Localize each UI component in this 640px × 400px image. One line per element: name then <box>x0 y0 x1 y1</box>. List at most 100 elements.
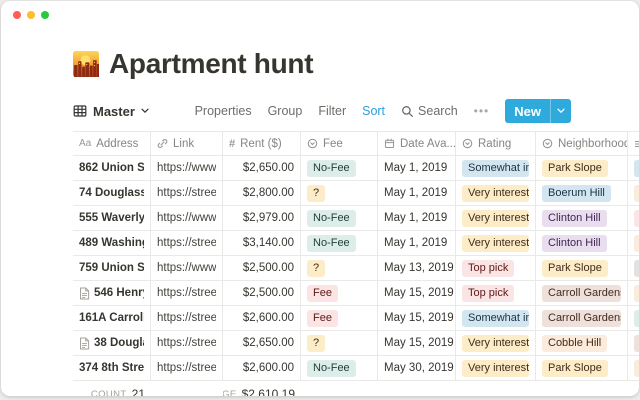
rating-cell[interactable]: Top pick <box>456 281 536 306</box>
link-cell[interactable]: https://streetea <box>151 356 223 381</box>
link-cell[interactable]: https://www.cit <box>151 206 223 231</box>
extra-cell[interactable] <box>628 356 639 381</box>
neighborhood-cell[interactable]: Park Slope <box>536 356 628 381</box>
column-header-link[interactable]: Link <box>151 131 223 156</box>
link-cell[interactable]: https://streetea <box>151 231 223 256</box>
extra-cell[interactable] <box>628 281 639 306</box>
fee-cell[interactable]: Fee <box>301 281 378 306</box>
rent-cell[interactable]: $2,979.00 <box>223 206 301 231</box>
rent-cell[interactable]: $2,800.00 <box>223 181 301 206</box>
fee-cell[interactable]: No-Fee <box>301 206 378 231</box>
neighborhood-cell[interactable]: Boerum Hill <box>536 181 628 206</box>
page-emoji-sunset-city-icon[interactable] <box>73 51 99 77</box>
date-cell[interactable]: May 15, 2019 <box>378 331 456 356</box>
date-cell[interactable]: May 30, 2019 <box>378 356 456 381</box>
extra-cell[interactable] <box>628 156 639 181</box>
rent-cell[interactable]: $2,500.00 <box>223 281 301 306</box>
rent-value: $2,600.00 <box>243 312 294 324</box>
neighborhood-tag: Clinton Hill <box>542 210 607 227</box>
extra-cell[interactable] <box>628 331 639 356</box>
neighborhood-cell[interactable]: Cobble Hill <box>536 331 628 356</box>
extra-cell[interactable] <box>628 231 639 256</box>
fee-cell[interactable]: ? <box>301 331 378 356</box>
column-header-fee[interactable]: Fee <box>301 131 378 156</box>
count-aggregate[interactable]: COUNT 21 <box>73 387 151 396</box>
date-value: May 15, 2019 <box>384 337 454 349</box>
neighborhood-cell[interactable]: Clinton Hill <box>536 206 628 231</box>
rating-cell[interactable]: Very interested <box>456 231 536 256</box>
link-cell[interactable]: https://www.na <box>151 256 223 281</box>
column-header-rent[interactable]: # Rent ($) <box>223 131 301 156</box>
fee-cell[interactable]: Fee <box>301 306 378 331</box>
address-cell[interactable]: 489 Washingto <box>73 231 151 256</box>
fee-cell[interactable]: ? <box>301 181 378 206</box>
fee-cell[interactable]: ? <box>301 256 378 281</box>
link-cell[interactable]: https://streetea <box>151 181 223 206</box>
extra-cell[interactable] <box>628 306 639 331</box>
rating-cell[interactable]: Top pick <box>456 256 536 281</box>
neighborhood-cell[interactable]: Park Slope <box>536 156 628 181</box>
rent-cell[interactable]: $2,600.00 <box>223 306 301 331</box>
date-cell[interactable]: May 1, 2019 <box>378 181 456 206</box>
rent-cell[interactable]: $3,140.00 <box>223 231 301 256</box>
date-cell[interactable]: May 15, 2019 <box>378 306 456 331</box>
address-cell[interactable]: 38 Douglass <box>73 331 151 356</box>
link-cell[interactable]: https://www.na <box>151 156 223 181</box>
properties-button[interactable]: Properties <box>195 104 252 118</box>
fee-cell[interactable]: No-Fee <box>301 356 378 381</box>
address-cell[interactable]: 555 Waverly Av <box>73 206 151 231</box>
neighborhood-cell[interactable]: Carroll Gardens <box>536 306 628 331</box>
link-cell[interactable]: https://streetea <box>151 281 223 306</box>
date-cell[interactable]: May 1, 2019 <box>378 156 456 181</box>
date-cell[interactable]: May 15, 2019 <box>378 281 456 306</box>
view-selector-master[interactable]: Master <box>73 104 149 119</box>
link-cell[interactable]: https://streetea <box>151 306 223 331</box>
extra-cell[interactable] <box>628 206 639 231</box>
rating-cell[interactable]: Very interested <box>456 181 536 206</box>
extra-cell[interactable] <box>628 256 639 281</box>
rating-cell[interactable]: Very interested <box>456 356 536 381</box>
rating-cell[interactable]: Somewhat interested <box>456 306 536 331</box>
search-button[interactable]: Search <box>401 104 458 118</box>
group-button[interactable]: Group <box>268 104 303 118</box>
address-text: 546 Henry <box>94 287 144 299</box>
address-cell[interactable]: 74 Douglass St <box>73 181 151 206</box>
column-header-extra[interactable] <box>628 131 639 156</box>
sort-button[interactable]: Sort <box>362 104 385 118</box>
link-text: https://streetea <box>157 337 216 349</box>
neighborhood-cell[interactable]: Park Slope <box>536 256 628 281</box>
fee-cell[interactable]: No-Fee <box>301 156 378 181</box>
address-cell[interactable]: 374 8th Street <box>73 356 151 381</box>
average-aggregate[interactable]: AVERAGE $2,610.19 <box>223 387 301 396</box>
address-cell[interactable]: 759 Union Street <box>73 256 151 281</box>
rating-cell[interactable]: Somewhat interested <box>456 156 536 181</box>
close-window-button[interactable] <box>13 11 21 19</box>
fee-cell[interactable]: No-Fee <box>301 231 378 256</box>
rent-cell[interactable]: $2,650.00 <box>223 331 301 356</box>
column-header-date[interactable]: Date Ava... <box>378 131 456 156</box>
column-header-address[interactable]: Aa Address <box>73 131 151 156</box>
date-cell[interactable]: May 1, 2019 <box>378 231 456 256</box>
extra-cell[interactable] <box>628 181 639 206</box>
zoom-window-button[interactable] <box>41 11 49 19</box>
column-header-neighborhood[interactable]: Neighborhood <box>536 131 628 156</box>
rent-cell[interactable]: $2,600.00 <box>223 356 301 381</box>
new-button[interactable]: New <box>505 99 571 123</box>
address-cell[interactable]: 161A Carroll St <box>73 306 151 331</box>
address-cell[interactable]: 862 Union Street <box>73 156 151 181</box>
more-options-button[interactable]: ••• <box>474 104 490 118</box>
neighborhood-cell[interactable]: Carroll Gardens <box>536 281 628 306</box>
date-cell[interactable]: May 13, 2019 <box>378 256 456 281</box>
column-header-rating[interactable]: Rating <box>456 131 536 156</box>
date-cell[interactable]: May 1, 2019 <box>378 206 456 231</box>
rating-cell[interactable]: Very interested <box>456 206 536 231</box>
minimize-window-button[interactable] <box>27 11 35 19</box>
rating-cell[interactable]: Very interested <box>456 331 536 356</box>
rent-cell[interactable]: $2,500.00 <box>223 256 301 281</box>
filter-button[interactable]: Filter <box>318 104 346 118</box>
address-cell[interactable]: 546 Henry <box>73 281 151 306</box>
new-button-chevron[interactable] <box>551 108 571 114</box>
link-cell[interactable]: https://streetea <box>151 331 223 356</box>
rent-cell[interactable]: $2,650.00 <box>223 156 301 181</box>
neighborhood-cell[interactable]: Clinton Hill <box>536 231 628 256</box>
